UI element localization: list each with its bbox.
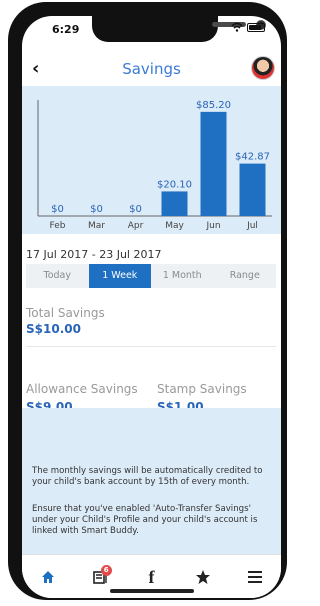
value-label-apr: $0: [129, 204, 142, 215]
star-icon[interactable]: [189, 563, 217, 591]
bar-may: [161, 191, 188, 216]
menu-icon[interactable]: [241, 563, 269, 591]
savings-chart: $0 Feb $0 Mar $0 Apr $20.10 May $85.20 Jun $42.87 J…: [22, 86, 281, 234]
value-label-jun: $85.20: [196, 100, 231, 111]
device-notch: [92, 16, 266, 42]
total-savings-amount: S$10.00: [26, 322, 81, 336]
tab-1-week[interactable]: 1 Week: [88, 264, 151, 288]
notification-badge: 6: [100, 565, 112, 576]
info-text-auto-transfer: Ensure that you've enabled 'Auto-Transfe…: [32, 504, 258, 536]
savings-bar-chart: $0 Feb $0 Mar $0 Apr $20.10 May $85.20 Jun $42.87 J…: [37, 100, 272, 231]
home-icon[interactable]: [34, 563, 62, 591]
tick-label-jul: Jul: [246, 221, 258, 231]
page-title: Savings: [122, 60, 181, 78]
period-tabs: Today 1 Week 1 Month Range: [26, 264, 276, 288]
tick-label-apr: Apr: [128, 221, 144, 231]
value-label-may: $20.10: [157, 179, 192, 190]
wifi-icon: [231, 22, 243, 32]
divider: [26, 346, 276, 347]
date-range: 17 Jul 2017 - 23 Jul 2017: [26, 248, 162, 261]
home-indicator: [110, 589, 194, 593]
tab-range[interactable]: Range: [214, 264, 277, 288]
tab-1-month[interactable]: 1 Month: [151, 264, 214, 288]
value-label-feb: $0: [51, 204, 64, 215]
info-text-credit: The monthly savings will be automaticall…: [32, 466, 263, 487]
facebook-icon[interactable]: f: [137, 563, 165, 591]
bar-jun: [200, 111, 227, 216]
total-savings-label: Total Savings: [26, 306, 105, 320]
stamp-savings-label: Stamp Savings: [157, 382, 247, 396]
value-label-jul: $42.87: [235, 152, 270, 163]
news-icon[interactable]: 6: [86, 563, 114, 591]
value-label-mar: $0: [90, 204, 103, 215]
tick-label-may: May: [165, 221, 184, 231]
app-header: ‹ Savings: [22, 56, 281, 88]
status-icons: [231, 22, 265, 32]
tick-label-feb: Feb: [50, 221, 66, 231]
app-screen: 6:29 ‹ Savings $0 Feb $0 Mar $0 Apr $20.10 May $…: [22, 16, 281, 598]
tab-today[interactable]: Today: [26, 264, 89, 288]
bar-jul: [239, 163, 266, 216]
info-panel: The monthly savings will be automaticall…: [22, 408, 281, 554]
battery-icon: [247, 22, 265, 32]
status-time: 6:29: [52, 23, 80, 36]
tick-label-mar: Mar: [88, 221, 105, 231]
allowance-savings-label: Allowance Savings: [26, 382, 138, 396]
avatar[interactable]: [251, 56, 275, 80]
tick-label-jun: Jun: [205, 221, 220, 231]
phone-frame: 6:29 ‹ Savings $0 Feb $0 Mar $0 Apr $20.10 May $…: [8, 2, 287, 600]
